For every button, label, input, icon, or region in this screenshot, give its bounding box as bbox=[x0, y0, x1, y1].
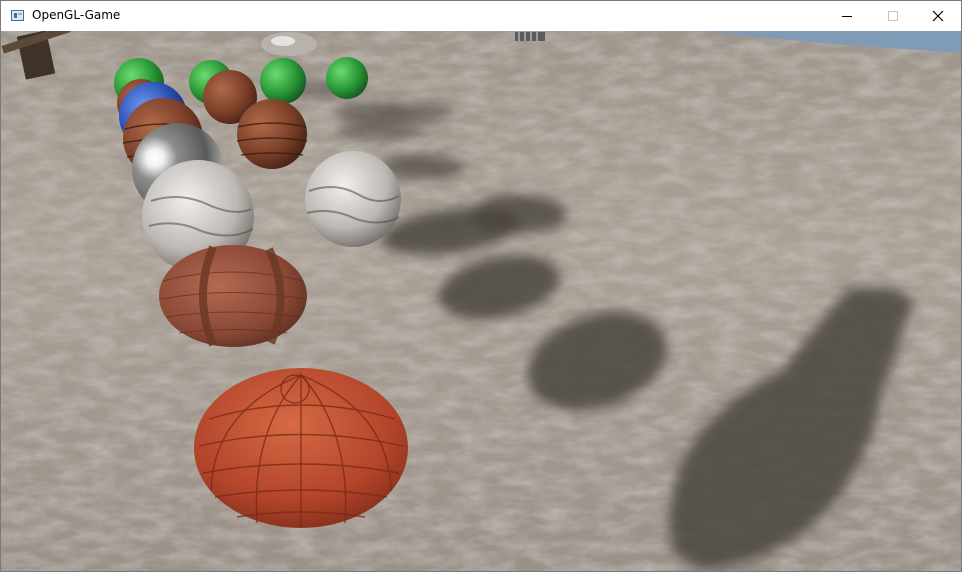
sphere-shadow bbox=[333, 104, 453, 122]
sphere-shadow bbox=[335, 123, 427, 139]
scene-canvas bbox=[1, 31, 961, 571]
title-bar[interactable]: OpenGL-Game bbox=[1, 1, 961, 31]
maximize-button[interactable] bbox=[870, 1, 916, 31]
close-icon bbox=[932, 10, 944, 22]
sphere-marble bbox=[305, 151, 401, 247]
game-window: OpenGL-Game bbox=[0, 0, 962, 572]
sphere-wood bbox=[237, 99, 307, 169]
game-viewport[interactable] bbox=[1, 31, 961, 571]
fence bbox=[515, 32, 545, 41]
sphere-grass bbox=[326, 57, 368, 99]
minimize-button[interactable] bbox=[824, 1, 870, 31]
sphere-grass bbox=[260, 58, 306, 104]
sphere-roof-tiles bbox=[194, 368, 408, 528]
sphere-brick bbox=[159, 245, 307, 347]
minimize-icon bbox=[842, 16, 852, 17]
app-window-icon bbox=[11, 10, 24, 21]
maximize-icon bbox=[888, 11, 898, 21]
window-title: OpenGL-Game bbox=[32, 8, 121, 22]
sphere-shadow bbox=[471, 194, 567, 234]
close-button[interactable] bbox=[915, 1, 961, 31]
